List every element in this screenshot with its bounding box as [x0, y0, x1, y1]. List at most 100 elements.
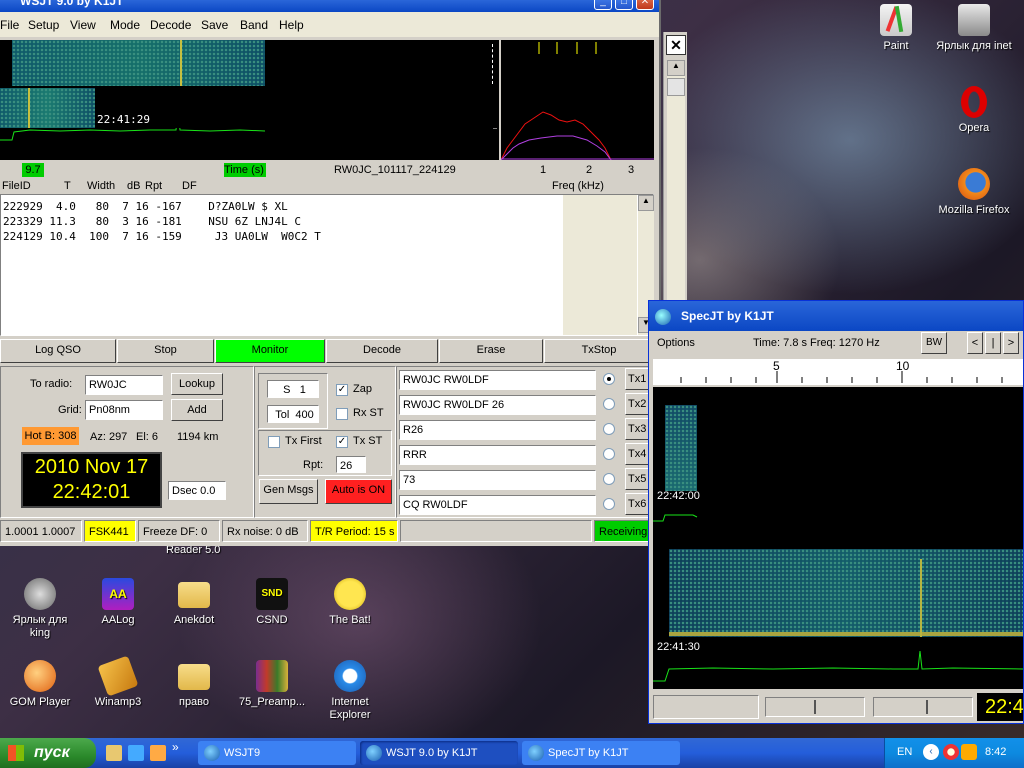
folder-icon[interactable]: [106, 745, 122, 761]
waterfall-segment: [669, 549, 1023, 637]
tx4-radio[interactable]: [603, 448, 615, 460]
maximize-icon[interactable]: □: [615, 0, 633, 10]
menu-band[interactable]: Band: [240, 18, 268, 32]
desktop-icon-king[interactable]: Ярлык для king: [0, 578, 80, 640]
prev-button[interactable]: <: [967, 332, 983, 354]
desktop-icon-aalog[interactable]: AA AALog: [78, 578, 158, 627]
app-icon: [655, 309, 671, 325]
desktop-icon-gom[interactable]: GOM Player: [0, 660, 80, 709]
taskbar-item-specjt[interactable]: SpecJT by K1JT: [522, 741, 680, 765]
rx-st-checkbox[interactable]: [336, 408, 348, 420]
tx3-radio[interactable]: [603, 423, 615, 435]
log-qso-button[interactable]: Log QSO: [0, 339, 116, 363]
language-indicator[interactable]: EN: [897, 746, 912, 758]
tx2-message[interactable]: RW0JC RW0LDF 26: [399, 395, 596, 415]
close-icon[interactable]: ✕: [666, 35, 686, 55]
menu-setup[interactable]: Setup: [28, 18, 59, 32]
menu-help[interactable]: Help: [279, 18, 304, 32]
menu-save[interactable]: Save: [201, 18, 228, 32]
tx3-message[interactable]: R26: [399, 420, 596, 440]
paint-icon: [880, 4, 912, 36]
contrast-slider[interactable]: [873, 697, 973, 717]
opera-tray-icon[interactable]: [943, 744, 959, 760]
specjt-title-bar[interactable]: SpecJT by K1JT: [649, 301, 1023, 331]
menu-bar: File Setup View Mode Decode Save Band He…: [0, 12, 659, 37]
grid-input[interactable]: Pn08nm: [85, 400, 163, 420]
tx5-message[interactable]: 73: [399, 470, 596, 490]
header-rpt: Rpt: [145, 180, 163, 192]
menu-decode[interactable]: Decode: [150, 18, 191, 32]
windows-logo-icon: [8, 745, 24, 761]
quicklaunch-icon[interactable]: [128, 745, 144, 761]
s-field[interactable]: S 1: [267, 380, 319, 398]
desktop-icon-ie[interactable]: Internet Explorer: [310, 660, 390, 722]
specjt-waterfall[interactable]: 22:42:00 22:41:30: [653, 387, 1023, 689]
desktop-icon-anekdot[interactable]: Anekdot: [154, 578, 234, 627]
decode-button[interactable]: Decode: [326, 339, 438, 363]
tx2-radio[interactable]: [603, 398, 615, 410]
lookup-button[interactable]: Lookup: [171, 373, 223, 395]
ie-icon: [334, 660, 366, 692]
add-button[interactable]: Add: [171, 399, 223, 421]
start-button[interactable]: пуск: [0, 738, 96, 768]
tx1-radio[interactable]: [603, 373, 615, 385]
tx6-radio[interactable]: [603, 498, 615, 510]
close-icon[interactable]: ✕: [636, 0, 654, 10]
rpt-field[interactable]: 26: [336, 456, 366, 473]
taskbar-item-wsjt[interactable]: WSJT 9.0 by K1JT: [360, 741, 518, 765]
desktop-icon-winamp[interactable]: Winamp3: [78, 655, 158, 709]
scroll-thumb[interactable]: [667, 78, 685, 96]
desktop-icon-thebat[interactable]: The Bat!: [310, 578, 390, 627]
tol-field[interactable]: Tol 400: [267, 405, 319, 423]
taskbar-item-wsjt9[interactable]: WSJT9: [198, 741, 356, 765]
tx4-message[interactable]: RRR: [399, 445, 596, 465]
menu-mode[interactable]: Mode: [110, 18, 140, 32]
tx-st-checkbox[interactable]: ✓: [336, 436, 348, 448]
bw-button[interactable]: BW: [921, 332, 947, 354]
collapse-tray-icon[interactable]: ‹: [923, 744, 939, 760]
waterfall-baseline: [669, 632, 1023, 636]
scrollbar[interactable]: ▲: [667, 60, 685, 300]
stop-button[interactable]: Stop: [117, 339, 214, 363]
signal-trace: [180, 40, 182, 86]
tx5-radio[interactable]: [603, 473, 615, 485]
auto-is-on-button[interactable]: Auto is ON: [325, 479, 392, 504]
desktop-icon-preamp[interactable]: 75_Preamp...: [232, 660, 312, 709]
spectrum-display[interactable]: [500, 40, 654, 161]
scroll-up-icon[interactable]: ▲: [667, 60, 685, 76]
brightness-slider[interactable]: [765, 697, 865, 717]
desktop-icon-firefox[interactable]: Mozilla Firefox: [934, 168, 1014, 217]
erase-button[interactable]: Erase: [439, 339, 543, 363]
decode-row: 223329 11.3 80 3 16 -181 NSU 6Z LNJ4L C: [3, 215, 302, 228]
desktop-icon-csnd[interactable]: SND CSND: [232, 578, 312, 627]
dsec-field[interactable]: Dsec 0.0: [168, 481, 226, 500]
center-button[interactable]: |: [985, 332, 1001, 354]
status-tr-period: T/R Period: 15 s: [310, 520, 398, 542]
wsjt-title-bar[interactable]: WSJT 9.0 by K1JT _ □ ✕: [0, 0, 659, 12]
tx6-message[interactable]: CQ RW0LDF: [399, 495, 596, 515]
header-width: Width: [87, 180, 116, 192]
options-menu[interactable]: Options: [657, 337, 695, 349]
desktop-icon-pravo[interactable]: право: [154, 660, 234, 709]
desktop-icon-paint[interactable]: Paint: [856, 4, 936, 53]
zap-checkbox[interactable]: ✓: [336, 384, 348, 396]
next-button[interactable]: >: [1003, 332, 1019, 354]
tray-app-icon[interactable]: [961, 744, 977, 760]
monitor-button[interactable]: Monitor: [215, 339, 325, 363]
desktop-icon-inet[interactable]: Ярлык для inet: [934, 4, 1014, 53]
gen-msgs-button[interactable]: Gen Msgs: [259, 479, 318, 504]
tx-first-checkbox[interactable]: [268, 436, 280, 448]
scroll-up-icon[interactable]: ▲: [638, 195, 654, 211]
waterfall-display[interactable]: 22:41:29: [0, 40, 499, 160]
more-chevron-icon[interactable]: »: [172, 740, 179, 754]
menu-view[interactable]: View: [70, 18, 96, 32]
shortcut-icon: [24, 578, 56, 610]
minimize-icon[interactable]: _: [594, 0, 612, 10]
tx1-message[interactable]: RW0JC RW0LDF: [399, 370, 596, 390]
to-radio-input[interactable]: RW0JC: [85, 375, 163, 395]
decoded-text-area[interactable]: 222929 4.0 80 7 16 -167 D?ZA0LW $ XL 223…: [0, 194, 654, 336]
desktop-icon-opera[interactable]: Opera: [934, 86, 1014, 135]
quicklaunch-icon[interactable]: [150, 745, 166, 761]
txstop-button[interactable]: TxStop: [544, 339, 654, 363]
menu-file[interactable]: File: [0, 18, 19, 32]
